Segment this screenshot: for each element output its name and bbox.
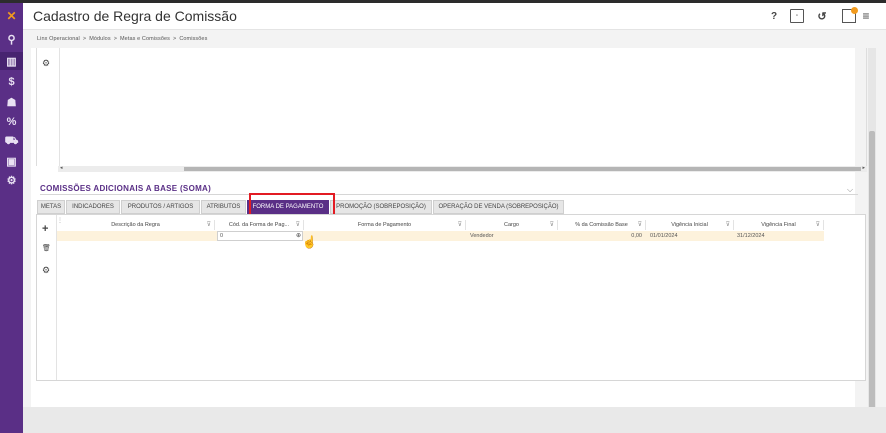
- divider: [59, 48, 60, 166]
- footer: [23, 407, 886, 433]
- delete-icon[interactable]: 🗑: [42, 244, 51, 252]
- dollar-icon[interactable]: $: [0, 73, 23, 91]
- app-window: Cadastro de Regra de Comissão ? ▫ ↺ ≡ Li…: [23, 3, 886, 433]
- cart-icon[interactable]: ⛟: [0, 133, 23, 151]
- logo-icon[interactable]: ✕: [0, 7, 23, 25]
- chart-icon[interactable]: ▥: [0, 52, 23, 70]
- upper-grid: ⚙: [36, 48, 867, 166]
- content-panel: ⚙ ◂ ▸ COMISSÕES ADICIONAIS A BASE (SOMA)…: [31, 48, 867, 414]
- table-row[interactable]: 0 ⊕ Vendedor 0,00 01/01/2024 31/12/2024: [57, 231, 824, 241]
- tab-metas[interactable]: METAS: [37, 200, 65, 214]
- percent-icon[interactable]: %: [0, 113, 23, 131]
- settings-icon[interactable]: ⚙: [0, 171, 23, 189]
- column-header[interactable]: Vigência Final ⊽: [734, 220, 824, 230]
- cell-forma[interactable]: [304, 231, 466, 241]
- cell-descricao[interactable]: [57, 231, 215, 241]
- scroll-right-icon[interactable]: ▸: [862, 165, 865, 171]
- filter-icon[interactable]: ⊽: [207, 221, 211, 228]
- grid-settings-icon[interactable]: ⚙: [42, 58, 50, 69]
- divider: [40, 194, 858, 195]
- column-header[interactable]: Descrição da Regra ⊽: [57, 220, 215, 230]
- search-icon[interactable]: ⚲: [0, 30, 23, 48]
- vertical-scrollbar[interactable]: [868, 48, 876, 414]
- breadcrumb-item[interactable]: Módulos: [89, 36, 111, 42]
- notification-badge: [851, 7, 858, 14]
- cell-vigencia-inicial[interactable]: 01/01/2024: [650, 231, 734, 241]
- scrollbar-thumb[interactable]: [184, 167, 861, 171]
- drag-handle-icon[interactable]: ⋮: [57, 217, 63, 224]
- users-icon[interactable]: ☗: [0, 93, 23, 111]
- menu-icon[interactable]: ≡: [859, 9, 873, 23]
- scroll-left-icon[interactable]: ◂: [60, 165, 63, 171]
- cod-forma-input[interactable]: 0: [217, 231, 303, 241]
- scrollbar-thumb[interactable]: [869, 131, 875, 411]
- hand-cursor-icon: ☝: [302, 235, 317, 249]
- section-title: COMISSÕES ADICIONAIS A BASE (SOMA): [40, 184, 212, 193]
- save-icon[interactable]: ▫: [790, 9, 804, 23]
- filter-icon[interactable]: ⊽: [550, 221, 554, 228]
- breadcrumb-item[interactable]: Metas e Comissões: [120, 36, 170, 42]
- filter-icon[interactable]: ⊽: [726, 221, 730, 228]
- column-header[interactable]: Forma de Pagamento ⊽: [304, 220, 466, 230]
- breadcrumb-item[interactable]: Linx Operacional: [37, 36, 80, 42]
- help-icon[interactable]: ?: [767, 9, 781, 23]
- column-header[interactable]: % da Comissão Base ⊽: [558, 220, 646, 230]
- column-header[interactable]: Cargo ⊽: [466, 220, 558, 230]
- cell-comissao[interactable]: 0,00: [558, 231, 642, 241]
- filter-icon[interactable]: ⊽: [296, 221, 300, 228]
- tab-indicadores[interactable]: INDICADORES: [66, 200, 120, 214]
- horizontal-scrollbar[interactable]: ◂ ▸: [58, 165, 867, 172]
- cell-cargo[interactable]: Vendedor: [470, 231, 558, 241]
- sidebar: ✕ ⚲ ▥ $ ☗ % ⛟ ▣ ⚙: [0, 3, 23, 433]
- filter-icon[interactable]: ⊽: [816, 221, 820, 228]
- tab-operacao-venda[interactable]: OPERAÇÃO DE VENDA (SOBREPOSIÇÃO): [433, 200, 564, 214]
- tab-promocao[interactable]: PROMOÇÃO (SOBREPOSIÇÃO): [330, 200, 432, 214]
- page-title: Cadastro de Regra de Comissão: [33, 8, 237, 24]
- filter-icon[interactable]: ⊽: [458, 221, 462, 228]
- cell-vigencia-final[interactable]: 31/12/2024: [737, 231, 824, 241]
- tab-produtos[interactable]: PRODUTOS / ARTIGOS: [121, 200, 200, 214]
- filter-icon[interactable]: ⊽: [638, 221, 642, 228]
- lookup-icon[interactable]: ⊕: [296, 232, 301, 239]
- breadcrumb: Linx Operacional > Módulos > Metas e Comissõ…: [37, 36, 208, 42]
- tab-atributos[interactable]: ATRIBUTOS: [201, 200, 246, 214]
- header: Cadastro de Regra de Comissão ? ▫ ↺ ≡: [23, 3, 886, 30]
- grid-settings-icon[interactable]: ⚙: [42, 265, 50, 276]
- undo-icon[interactable]: ↺: [815, 9, 829, 23]
- column-header[interactable]: Vigência Inicial ⊽: [646, 220, 734, 230]
- column-header[interactable]: Cód. da Forma de Pag... ⊽: [215, 220, 304, 230]
- lower-grid: + 🗑 ⚙ Descrição da Regra ⊽ Cód. da Forma …: [36, 214, 866, 381]
- notifications-icon[interactable]: [842, 7, 858, 23]
- add-row-icon[interactable]: +: [42, 223, 48, 235]
- breadcrumb-item[interactable]: Comissões: [179, 36, 207, 42]
- monitor-icon[interactable]: ▣: [0, 152, 23, 170]
